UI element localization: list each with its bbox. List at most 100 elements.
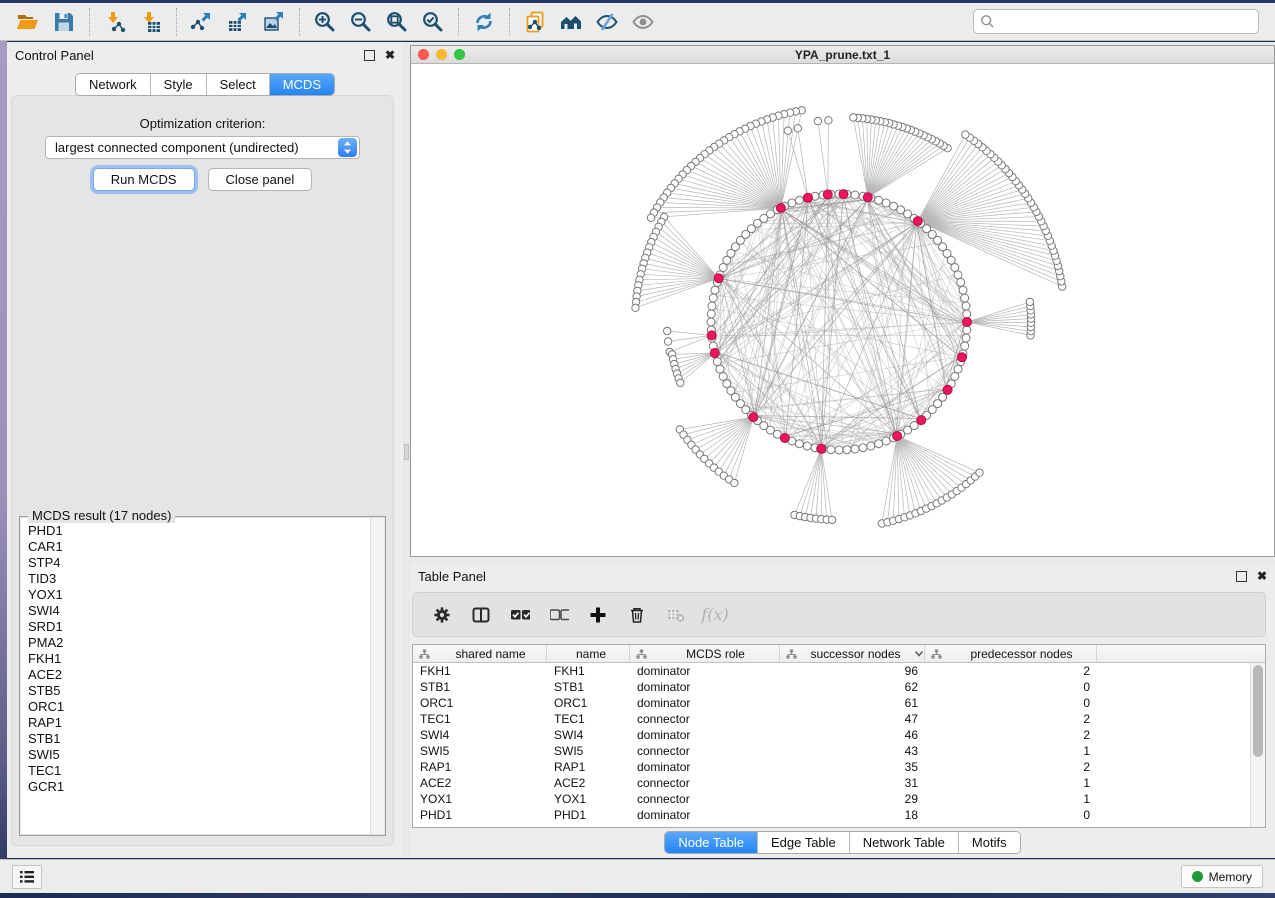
task-history-button[interactable] bbox=[12, 865, 42, 889]
table-row[interactable]: SWI4SWI4dominator462 bbox=[413, 727, 1250, 743]
control-panel-tabs: NetworkStyleSelectMCDS bbox=[7, 73, 403, 96]
run-mcds-button[interactable]: Run MCDS bbox=[93, 168, 195, 191]
close-table-panel-icon[interactable]: ✖ bbox=[1257, 571, 1267, 582]
scrollbar-thumb[interactable] bbox=[1253, 665, 1263, 757]
tab-node-table[interactable]: Node Table bbox=[665, 832, 758, 853]
import-network-button[interactable] bbox=[97, 7, 133, 37]
select-all-button[interactable] bbox=[505, 600, 535, 630]
tab-style[interactable]: Style bbox=[151, 74, 207, 95]
select-stepper-icon bbox=[338, 138, 357, 157]
mcds-result-item[interactable]: STP4 bbox=[21, 555, 370, 571]
mcds-list-scrollbar[interactable] bbox=[370, 518, 384, 834]
deselect-all-button[interactable] bbox=[544, 600, 574, 630]
column-type-icon bbox=[636, 649, 647, 659]
graphics-details-button[interactable] bbox=[589, 7, 625, 37]
table-row[interactable]: STB1STB1dominator620 bbox=[413, 679, 1250, 695]
cell-name: ORC1 bbox=[547, 696, 630, 710]
cell-shared-name: SWI5 bbox=[413, 744, 547, 758]
table-row[interactable]: TEC1TEC1connector472 bbox=[413, 711, 1250, 727]
table-tabs: Node TableEdge TableNetwork TableMotifs bbox=[410, 831, 1275, 854]
mcds-result-item[interactable]: SWI4 bbox=[21, 603, 370, 619]
table-row[interactable]: ACE2ACE2connector311 bbox=[413, 775, 1250, 791]
table-row[interactable]: PHD1PHD1dominator180 bbox=[413, 807, 1250, 823]
tab-select[interactable]: Select bbox=[207, 74, 270, 95]
column-header-shared-name[interactable]: shared name bbox=[413, 645, 547, 662]
table-row[interactable]: YOX1YOX1connector291 bbox=[413, 791, 1250, 807]
mcds-result-item[interactable]: YOX1 bbox=[21, 587, 370, 603]
tab-mcds[interactable]: MCDS bbox=[270, 74, 334, 95]
network-leaf-nodes[interactable] bbox=[632, 107, 1066, 528]
search-icon bbox=[980, 14, 995, 29]
column-header-predecessor-nodes[interactable]: predecessor nodes bbox=[925, 645, 1097, 662]
column-header-successor-nodes[interactable]: successor nodes bbox=[780, 645, 925, 662]
sort-desc-icon bbox=[914, 650, 924, 657]
column-header-MCDS-role[interactable]: MCDS role bbox=[630, 645, 780, 662]
column-header-name[interactable]: name bbox=[547, 645, 630, 662]
table-row[interactable]: RAP1RAP1dominator352 bbox=[413, 759, 1250, 775]
cell-MCDS-role: dominator bbox=[630, 696, 780, 710]
split-panel-button[interactable] bbox=[466, 600, 496, 630]
mcds-result-item[interactable]: FKH1 bbox=[21, 651, 370, 667]
mcds-result-item[interactable]: ACE2 bbox=[21, 667, 370, 683]
add-column-button[interactable] bbox=[583, 600, 613, 630]
mcds-result-item[interactable]: TID3 bbox=[21, 571, 370, 587]
mcds-result-item[interactable]: RAP1 bbox=[21, 715, 370, 731]
mcds-result-item[interactable]: SRD1 bbox=[21, 619, 370, 635]
zoom-in-button[interactable] bbox=[307, 7, 343, 37]
mcds-result-item[interactable]: STB5 bbox=[21, 683, 370, 699]
cell-name: YOX1 bbox=[547, 792, 630, 806]
mcds-result-item[interactable]: STB1 bbox=[21, 731, 370, 747]
show-eye-button[interactable] bbox=[625, 7, 661, 37]
optimization-criterion-select[interactable]: largest connected component (undirected) bbox=[45, 136, 360, 159]
cell-MCDS-role: connector bbox=[630, 792, 780, 806]
zoom-selected-button[interactable] bbox=[415, 7, 451, 37]
close-panel-icon[interactable]: ✖ bbox=[385, 50, 395, 61]
table-row[interactable]: FKH1FKH1dominator962 bbox=[413, 663, 1250, 679]
delete-column-button[interactable] bbox=[622, 600, 652, 630]
cell-predecessor-nodes: 2 bbox=[925, 664, 1097, 678]
tab-edge-table[interactable]: Edge Table bbox=[758, 832, 850, 853]
tab-motifs[interactable]: Motifs bbox=[959, 832, 1020, 853]
tab-network[interactable]: Network bbox=[76, 74, 151, 95]
mcds-result-item[interactable]: ORC1 bbox=[21, 699, 370, 715]
network-canvas[interactable] bbox=[411, 64, 1274, 556]
table-settings-button[interactable] bbox=[427, 600, 457, 630]
zoom-fit-icon bbox=[385, 10, 409, 34]
search-box[interactable] bbox=[973, 9, 1259, 34]
mcds-result-item[interactable]: SWI5 bbox=[21, 747, 370, 763]
vertical-splitter[interactable] bbox=[403, 42, 410, 858]
refresh-view-button[interactable] bbox=[466, 7, 502, 37]
export-network-button[interactable] bbox=[184, 7, 220, 37]
memory-button[interactable]: Memory bbox=[1181, 865, 1263, 888]
cell-shared-name: ACE2 bbox=[413, 776, 547, 790]
first-neighbors-button[interactable] bbox=[553, 7, 589, 37]
save-session-button[interactable] bbox=[46, 7, 82, 37]
cell-name: ACE2 bbox=[547, 776, 630, 790]
zoom-out-button[interactable] bbox=[343, 7, 379, 37]
export-image-button[interactable] bbox=[256, 7, 292, 37]
mcds-result-item[interactable]: GCR1 bbox=[21, 779, 370, 795]
float-panel-icon[interactable] bbox=[364, 50, 375, 61]
cell-shared-name: FKH1 bbox=[413, 664, 547, 678]
clone-network-button[interactable] bbox=[517, 7, 553, 37]
float-table-panel-icon[interactable] bbox=[1236, 571, 1247, 582]
close-panel-button[interactable]: Close panel bbox=[208, 168, 313, 191]
open-file-button[interactable] bbox=[10, 7, 46, 37]
import-table-button[interactable] bbox=[133, 7, 169, 37]
mcds-result-item[interactable]: TEC1 bbox=[21, 763, 370, 779]
table-scrollbar[interactable] bbox=[1250, 663, 1265, 827]
zoom-fit-button[interactable] bbox=[379, 7, 415, 37]
table-row[interactable]: SWI5SWI5connector431 bbox=[413, 743, 1250, 759]
cell-MCDS-role: connector bbox=[630, 712, 780, 726]
export-table-button[interactable] bbox=[220, 7, 256, 37]
mcds-result-item[interactable]: PMA2 bbox=[21, 635, 370, 651]
cell-successor-nodes: 62 bbox=[780, 680, 925, 694]
tab-network-table[interactable]: Network Table bbox=[850, 832, 959, 853]
mcds-result-item[interactable]: PHD1 bbox=[21, 523, 370, 539]
delete-table-icon bbox=[667, 606, 686, 624]
mcds-result-item[interactable]: CAR1 bbox=[21, 539, 370, 555]
cell-predecessor-nodes: 0 bbox=[925, 696, 1097, 710]
search-input[interactable] bbox=[995, 15, 1252, 29]
table-row[interactable]: ORC1ORC1dominator610 bbox=[413, 695, 1250, 711]
splitter-handle[interactable] bbox=[404, 444, 409, 460]
